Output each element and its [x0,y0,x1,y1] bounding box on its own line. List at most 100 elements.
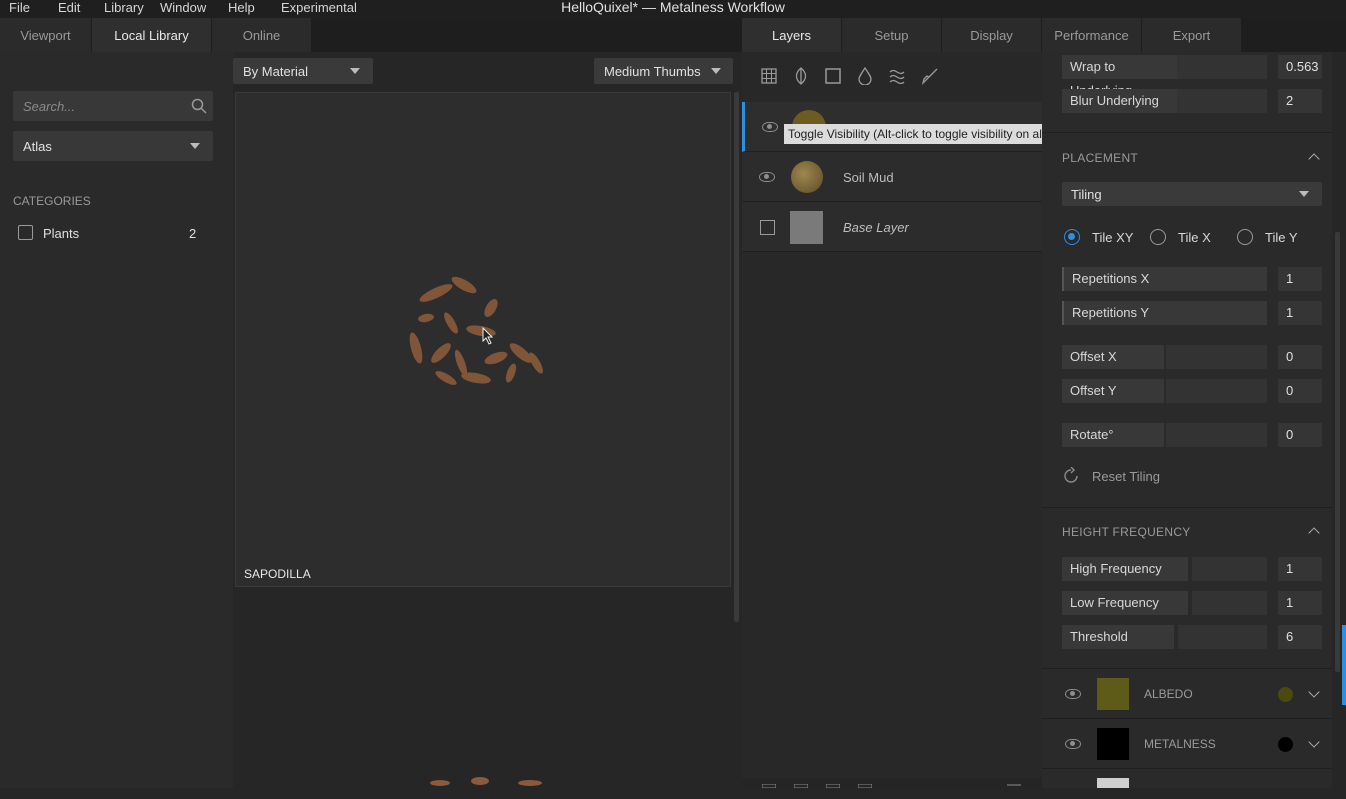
blur-underlying-field[interactable]: Blur Underlying 2 [1062,89,1322,113]
collapse-chevron-icon[interactable] [1308,527,1320,539]
layers-bottom-toolbar [742,778,1042,788]
rotate-field[interactable]: Rotate° 0 [1062,423,1322,447]
waves-icon[interactable] [889,68,905,84]
field-value[interactable]: 2 [1278,89,1322,113]
layer-thumbnail [790,211,823,244]
field-value[interactable]: 0 [1278,379,1322,403]
delete-icon[interactable] [1007,784,1021,788]
layer-checkbox[interactable] [760,220,775,235]
height-frequency-section-title: HEIGHT FREQUENCY [1062,525,1191,539]
repetitions-y-field[interactable]: Repetitions Y 1 [1062,301,1322,325]
reset-tiling-button[interactable]: Reset Tiling [1062,466,1182,486]
field-label: Offset Y [1062,379,1164,403]
search-input[interactable]: Search... [13,91,213,121]
field-value[interactable]: 0.563 [1278,55,1322,79]
app-title: HelloQuixel* — Metalness Workflow [561,0,785,15]
search-icon[interactable] [191,98,207,114]
field-value[interactable]: 1 [1278,557,1322,581]
expand-chevron-icon[interactable] [1308,736,1320,748]
smart-material-icon[interactable] [826,784,840,788]
folder-icon[interactable] [858,784,872,788]
tab-layers[interactable]: Layers [742,18,842,52]
expand-chevron-icon[interactable] [1308,686,1320,698]
radio-button[interactable] [1064,229,1080,245]
field-slider[interactable] [1192,557,1267,581]
material-thumbnail[interactable] [235,589,731,799]
tab-viewport[interactable]: Viewport [0,18,92,52]
field-slider[interactable] [1166,423,1267,447]
field-value[interactable]: 1 [1278,301,1322,325]
layer-name: Base Layer [843,220,909,235]
mouse-cursor-icon [482,327,494,345]
radio-tile-y[interactable]: Tile Y [1235,228,1315,248]
tab-setup[interactable]: Setup [842,18,942,52]
field-value[interactable]: 6 [1278,625,1322,649]
layer-thumbnail [791,161,823,193]
channel-row-albedo[interactable]: ALBEDO [1042,669,1332,719]
layer-row-base-layer[interactable]: Base Layer [742,202,1042,252]
channel-label: ALBEDO [1144,687,1193,701]
tab-online[interactable]: Online [212,18,312,52]
channel-thumbnail [1097,778,1129,788]
field-label: Threshold [1062,625,1174,649]
eye-icon[interactable] [762,122,778,132]
new-layer-icon[interactable] [762,784,776,788]
field-slider[interactable] [1177,55,1267,79]
eye-icon[interactable] [1065,739,1081,749]
field-label: Offset X [1062,345,1164,369]
field-label: Rotate° [1062,423,1164,447]
material-thumbnail[interactable]: SAPODILLA [235,92,731,587]
threshold-field[interactable]: Threshold 6 [1062,625,1322,649]
drop-icon[interactable] [858,67,872,85]
field-label: Low Frequency [1062,591,1188,615]
field-slider[interactable] [1192,591,1267,615]
tab-display[interactable]: Display [942,18,1042,52]
channel-row-metalness[interactable]: METALNESS [1042,719,1332,769]
field-value[interactable]: 0 [1278,423,1322,447]
chevron-down-icon [350,68,360,74]
offset-x-field[interactable]: Offset X 0 [1062,345,1322,369]
field-slider[interactable] [1177,89,1267,113]
leaf-icon[interactable] [793,67,809,85]
field-value[interactable]: 0 [1278,345,1322,369]
radio-button[interactable] [1237,229,1253,245]
radio-button[interactable] [1150,229,1166,245]
tab-performance[interactable]: Performance [1042,18,1142,52]
tab-export[interactable]: Export [1142,18,1242,52]
tab-local-library[interactable]: Local Library [92,18,212,52]
high-frequency-field[interactable]: High Frequency 1 [1062,557,1322,581]
field-value[interactable]: 1 [1278,591,1322,615]
wrap-underlying-field[interactable]: Wrap to Underlying 0.563 [1062,55,1322,98]
repetitions-x-field[interactable]: Repetitions X 1 [1062,267,1322,291]
grid-layer-icon[interactable] [761,68,777,84]
category-item-plants[interactable]: Plants 2 [13,224,213,244]
collection-dropdown[interactable]: Atlas [13,131,213,161]
field-slider[interactable] [1166,345,1267,369]
placement-mode-dropdown[interactable]: Tiling [1062,182,1322,206]
radio-tile-xy[interactable]: Tile XY [1062,228,1152,248]
field-slider[interactable] [1178,625,1267,649]
low-frequency-field[interactable]: Low Frequency 1 [1062,591,1322,615]
channel-color-swatch[interactable] [1278,687,1293,702]
library-scrollbar[interactable] [734,92,739,622]
reset-icon [1064,467,1078,483]
collapse-chevron-icon[interactable] [1308,153,1320,165]
field-value[interactable]: 1 [1278,267,1322,291]
field-slider[interactable] [1166,379,1267,403]
square-layer-icon[interactable] [825,68,841,84]
channel-color-swatch[interactable] [1278,737,1293,752]
mask-icon[interactable] [794,784,808,788]
eye-icon[interactable] [1065,689,1081,699]
properties-scrollbar[interactable] [1335,232,1340,672]
radio-tile-x[interactable]: Tile X [1148,228,1228,248]
layers-panel: Soil Mud Base Layer Toggle Visibility (A… [742,52,1119,788]
category-checkbox[interactable] [18,225,33,240]
offset-y-field[interactable]: Offset Y 0 [1062,379,1322,403]
brush-icon[interactable] [921,67,939,85]
radio-label: Tile X [1178,230,1211,245]
eye-icon[interactable] [759,172,775,182]
field-label: Blur Underlying [1062,89,1177,113]
thumb-size-dropdown[interactable]: Medium Thumbs [594,58,733,84]
layer-row-soil-mud[interactable]: Soil Mud [742,152,1042,202]
sort-dropdown[interactable]: By Material [233,58,373,84]
